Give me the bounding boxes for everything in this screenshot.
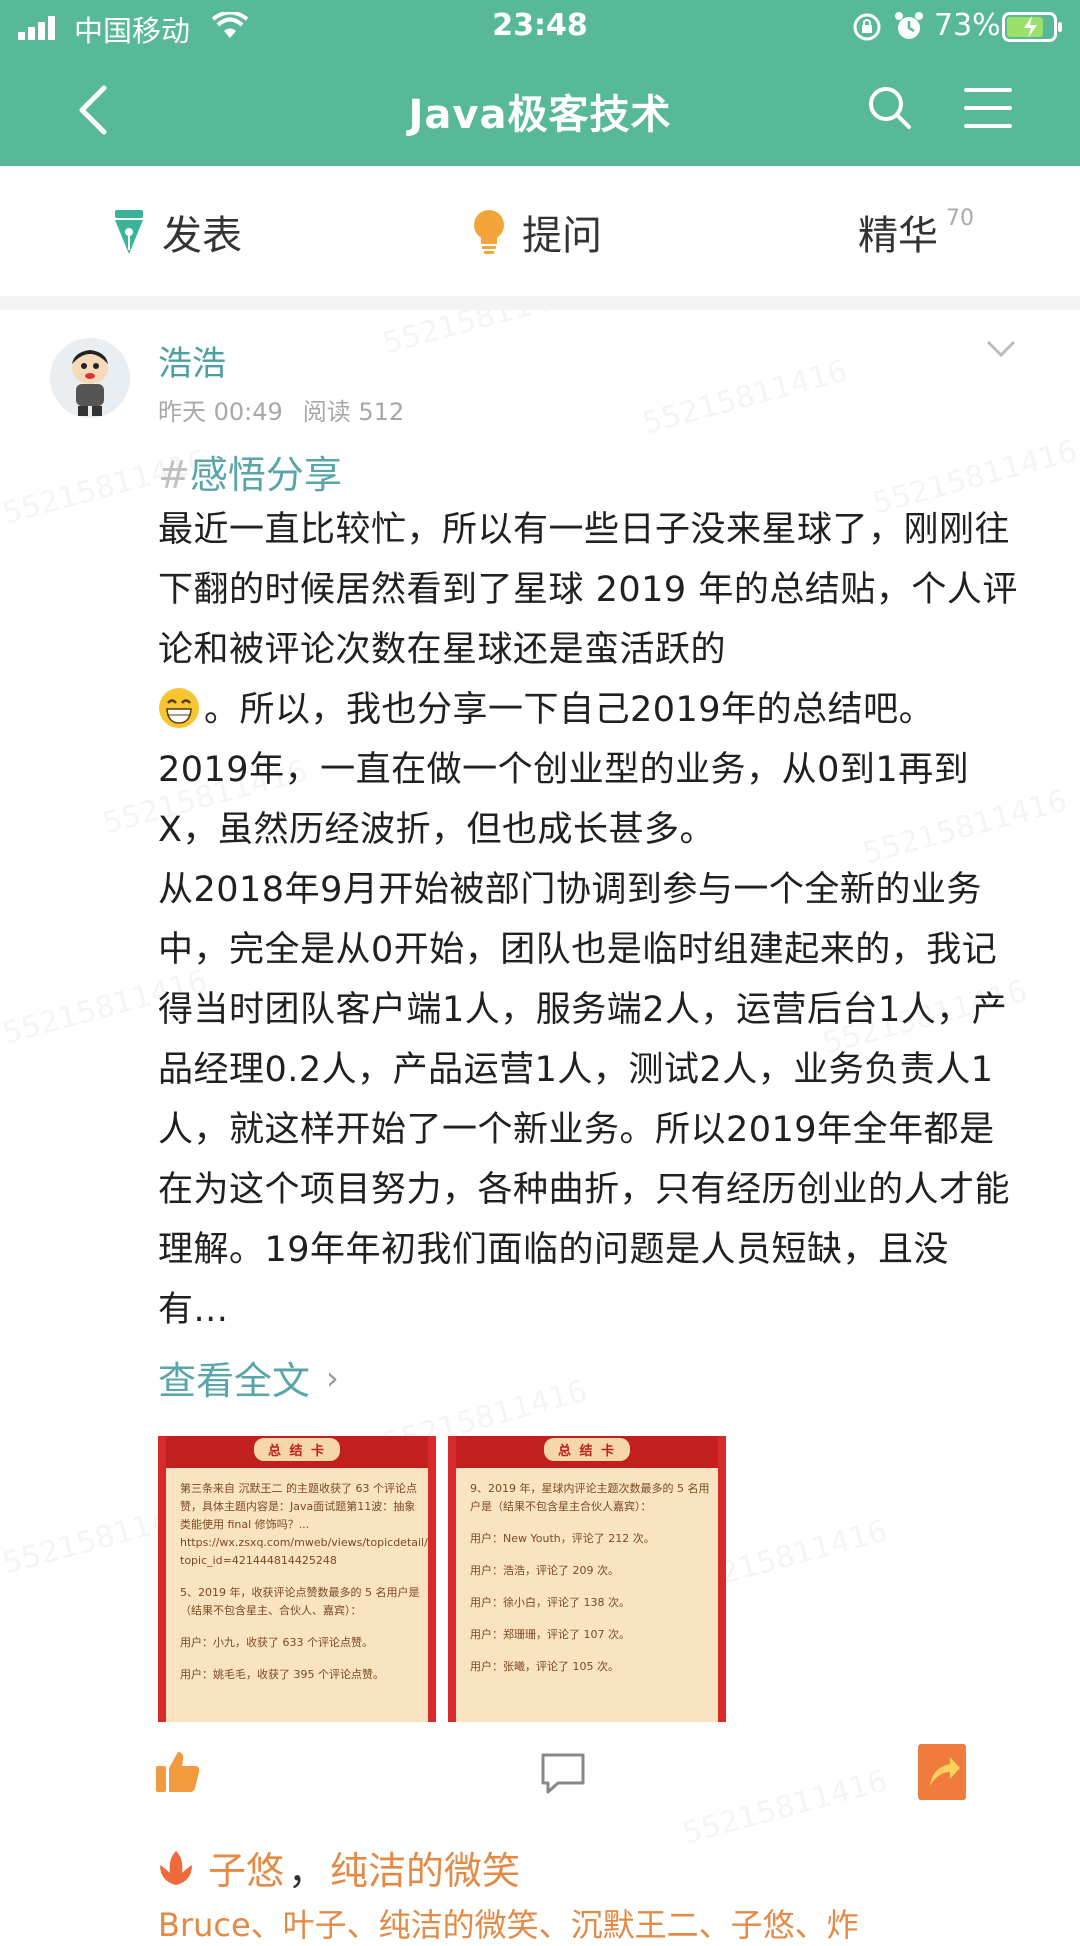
post-paragraph: 从2018年9月开始被部门协调到参与一个全新的业务中，完全是从0开始，团队也是临… [158,870,1011,1330]
topic-tag[interactable]: #感悟分享 [158,444,342,499]
topic-tag-label: 感悟分享 [189,453,342,497]
post-paragraph: 最近一直比较忙，所以有一些日子没来星球了，刚刚往下翻的时候居然看到了星球 201… [158,510,1018,670]
post-card: 浩浩 昨天 00:49 阅读 512 #感悟分享 最近一直比较忙，所以有一些日子没… [0,310,1080,1944]
tab-featured[interactable]: 精华 70 [858,204,974,260]
tab-post-label: 发表 [162,213,242,259]
post-meta: 昨天 00:49 阅读 512 [158,392,404,427]
liker-name[interactable]: 纯洁的微笑 [330,1840,520,1895]
card-badge: 总 结 卡 [543,1438,631,1461]
card-text: 9、2019 年，星球内评论主题次数最多的 5 名用户是（结果不包含星主合伙人嘉… [470,1480,710,1690]
card-line: 5、2019 年，收获评论点赞数最多的 5 名用户是（结果不包含星主、合伙人、嘉… [180,1586,420,1617]
card-line: 用户：New Youth，评论了 212 次。 [470,1532,655,1545]
nav-bar: Java极客技术 [0,54,1080,166]
featured-count: 70 [946,205,974,231]
tab-featured-label: 精华 [858,213,938,259]
comment-icon[interactable] [540,1752,586,1794]
card-line: 9、2019 年，星球内评论主题次数最多的 5 名用户是（结果不包含星主合伙人嘉… [470,1482,710,1513]
chevron-down-icon[interactable] [986,340,1016,358]
card-line: 第三条来自 沉默王二 的主题收获了 63 个评论点赞，具体主题内容是：Java面… [180,1482,433,1567]
post-actions [0,1744,1080,1810]
avatar[interactable] [50,338,130,418]
pen-nib-icon [112,210,146,254]
card-line: 用户：徐小白，评论了 138 次。 [470,1596,630,1609]
alarm-icon [895,12,923,39]
author-name[interactable]: 浩浩 [158,336,226,385]
liker-name[interactable]: 子悠 [208,1840,284,1895]
card-line: 用户：张曦，评论了 105 次。 [470,1660,619,1673]
tab-post[interactable]: 发表 [112,204,242,260]
share-icon[interactable] [918,1744,966,1800]
read-more-label: 查看全文 [158,1359,311,1403]
post-image-2[interactable]: 总 结 卡 9、2019 年，星球内评论主题次数最多的 5 名用户是（结果不包含… [448,1436,726,1722]
comment-preview: Bruce、叶子、纯洁的微笑、沉默王二、子悠、炸 [158,1906,859,1944]
search-icon[interactable] [866,84,914,132]
chevron-right-icon: › [326,1358,339,1397]
tab-question[interactable]: 提问 [472,204,602,260]
page-title: Java极客技术 [408,92,672,138]
app-header: 中国移动 23:48 73% Java极客技术 [0,0,1080,166]
status-bar: 中国移动 23:48 73% [0,0,1080,54]
thumbs-up-icon[interactable] [156,1750,200,1792]
card-text: 第三条来自 沉默王二 的主题收获了 63 个评论点赞，具体主题内容是：Java面… [180,1480,433,1698]
post-body: 最近一直比较忙，所以有一些日子没来星球了，刚刚往下翻的时候居然看到了星球 201… [158,500,1018,1340]
flower-icon [160,1850,192,1885]
battery-percent: 73% [934,8,1001,43]
action-tabs: 发表 提问 精华 70 [0,166,1080,297]
section-divider [0,296,1080,310]
read-count: 阅读 512 [302,398,405,426]
post-time: 昨天 00:49 [158,398,283,426]
card-line: 用户：郑珊珊，评论了 107 次。 [470,1628,630,1641]
card-line: 用户：浩浩，评论了 209 次。 [470,1564,619,1577]
liked-by: 子悠，纯洁的微笑 [158,1840,520,1895]
menu-icon[interactable] [962,86,1014,130]
tab-question-label: 提问 [522,213,602,259]
image-gallery: 总 结 卡 第三条来自 沉默王二 的主题收获了 63 个评论点赞，具体主题内容是… [158,1436,728,1722]
card-line: 用户：小九，收获了 633 个评论点赞。 [180,1636,373,1649]
post-paragraph: 2019年，一直在做一个创业型的业务，从0到1再到X，虽然历经波折，但也成长甚多… [158,750,970,850]
post-image-1[interactable]: 总 结 卡 第三条来自 沉默王二 的主题收获了 63 个评论点赞，具体主题内容是… [158,1436,436,1722]
card-line: 用户：姚毛毛，收获了 395 个评论点赞。 [180,1668,384,1681]
lightbulb-icon [472,209,506,255]
rotation-lock-icon [853,13,881,41]
post-paragraph: 。所以，我也分享一下自己2019年的总结吧。 [204,690,935,730]
card-badge: 总 结 卡 [253,1438,341,1461]
battery-icon [1002,12,1062,42]
read-more-link[interactable]: 查看全文 › [158,1350,339,1405]
grin-emoji-icon [159,688,199,728]
